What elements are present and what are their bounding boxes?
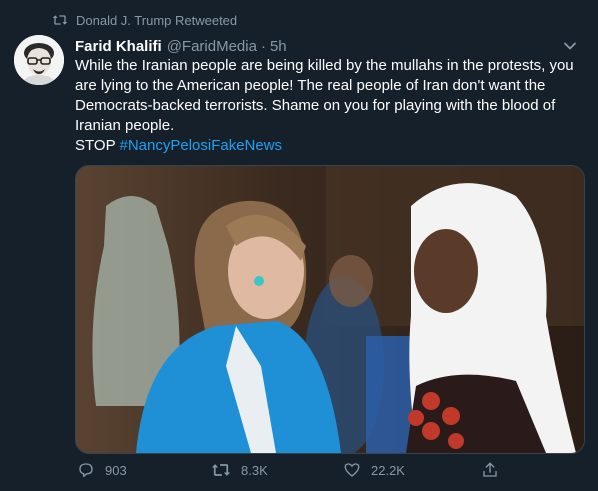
- share-button[interactable]: [481, 461, 499, 479]
- chevron-down-icon[interactable]: [562, 38, 578, 54]
- tweet-actions: 903 8.3K 22.2K: [75, 458, 505, 482]
- hashtag-link[interactable]: #NancyPelosiFakeNews: [119, 137, 282, 154]
- retweet-button[interactable]: 8.3K: [211, 461, 268, 479]
- like-button[interactable]: 22.2K: [343, 461, 405, 479]
- separator: ·: [260, 37, 266, 55]
- heart-icon: [343, 461, 361, 479]
- retweet-context: Donald J. Trump Retweeted: [52, 11, 237, 29]
- share-icon: [481, 461, 499, 479]
- author-name[interactable]: Farid Khalifi: [75, 38, 162, 55]
- tweet-closing-line: STOP #NancyPelosiFakeNews: [75, 136, 587, 156]
- retweet-count: 8.3K: [241, 462, 268, 478]
- like-count: 22.2K: [371, 462, 405, 478]
- retweet-icon: [211, 461, 231, 479]
- tweet-text: While the Iranian people are being kille…: [75, 56, 587, 156]
- author-handle[interactable]: @FaridMedia: [167, 38, 257, 55]
- reply-count: 903: [105, 462, 127, 478]
- reply-icon: [77, 461, 95, 479]
- tweet-photo[interactable]: [75, 165, 585, 454]
- retweet-context-text[interactable]: Donald J. Trump Retweeted: [76, 13, 237, 28]
- tweet-prefix: STOP: [75, 137, 116, 154]
- retweet-icon: [52, 13, 68, 27]
- timestamp[interactable]: 5h: [270, 38, 287, 55]
- tweet-header: Farid Khalifi @FaridMedia · 5h: [75, 36, 578, 56]
- tweet-body: While the Iranian people are being kille…: [75, 57, 574, 134]
- reply-button[interactable]: 903: [77, 461, 127, 479]
- avatar[interactable]: [14, 35, 64, 85]
